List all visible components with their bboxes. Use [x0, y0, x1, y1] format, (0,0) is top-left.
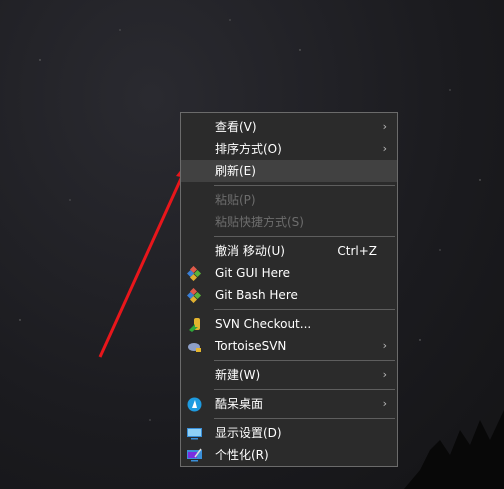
separator [214, 360, 395, 361]
kudai-desktop-icon [187, 397, 202, 412]
chevron-right-icon: › [382, 339, 387, 352]
menu-item-git-bash[interactable]: Git Bash Here [181, 284, 397, 306]
menu-item-refresh[interactable]: 刷新(E) [181, 160, 397, 182]
menu-item-paste-shortcut: 粘贴快捷方式(S) [215, 215, 304, 229]
menu-item-display-settings[interactable]: 显示设置(D) [181, 422, 397, 444]
separator [214, 418, 395, 419]
separator [214, 309, 395, 310]
chevron-right-icon: › [382, 397, 387, 410]
chevron-right-icon: › [382, 368, 387, 381]
svn-checkout-icon [189, 318, 200, 332]
menu-item-svn-checkout[interactable]: SVN Checkout... [181, 313, 397, 335]
personalize-icon [187, 448, 202, 462]
red-arrow [98, 171, 186, 358]
menu-item-paste: 粘贴(P) [215, 193, 256, 207]
git-icon [187, 266, 202, 281]
chevron-right-icon: › [382, 120, 387, 133]
monitor-icon [187, 428, 202, 440]
separator [214, 389, 395, 390]
menu-item-tortoisesvn[interactable]: TortoiseSVN › [181, 335, 397, 357]
context-menu: 查看(V) › 排序方式(O) › 刷新(E) 粘贴(P) 粘贴快捷方式(S) 撤消… [180, 112, 398, 467]
menu-item-view[interactable]: 查看(V) › [181, 116, 397, 138]
menu-item-git-gui[interactable]: Git GUI Here [181, 262, 397, 284]
menu-item-new[interactable]: 新建(W) › [181, 364, 397, 386]
menu-item-personalize[interactable]: 个性化(R) [181, 444, 397, 466]
menu-item-kudai-desktop[interactable]: 酷呆桌面 › [181, 393, 397, 415]
separator [214, 185, 395, 186]
menu-item-undo[interactable]: 撤消 移动(U) Ctrl+Z [181, 240, 397, 262]
chevron-right-icon: › [382, 142, 387, 155]
menu-item-sort[interactable]: 排序方式(O) › [181, 138, 397, 160]
git-icon [187, 288, 202, 303]
separator [214, 236, 395, 237]
tortoisesvn-icon [188, 343, 201, 352]
